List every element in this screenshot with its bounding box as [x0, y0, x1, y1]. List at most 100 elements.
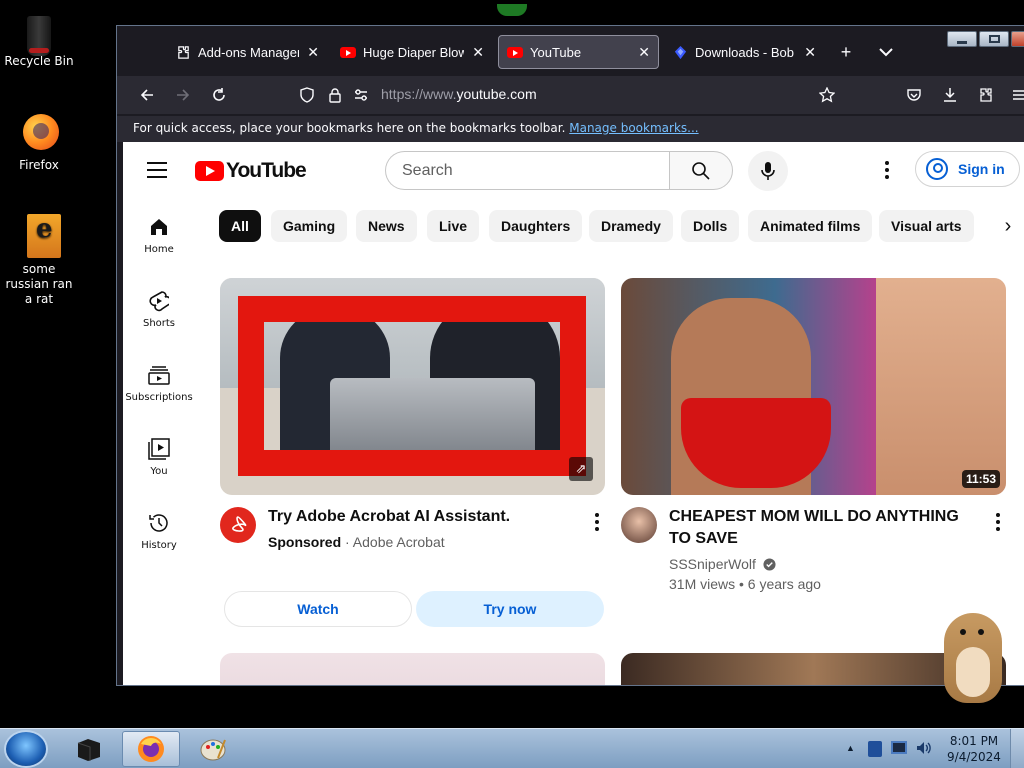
forward-button[interactable] [169, 81, 197, 109]
sidebar-item-history[interactable]: History [123, 494, 195, 568]
sidebar-item-subscriptions[interactable]: Subscriptions [123, 346, 195, 420]
ad-title[interactable]: Try Adobe Acrobat AI Assistant. [268, 506, 568, 528]
volume-icon[interactable] [915, 739, 933, 757]
sign-in-button[interactable]: Sign in [915, 151, 1020, 187]
desktop-icon-firefox[interactable]: Firefox [0, 110, 78, 173]
chevron-right-icon[interactable]: › [991, 210, 1024, 242]
you-icon [147, 437, 171, 461]
search-button[interactable] [669, 151, 733, 190]
puzzle-icon [175, 44, 191, 60]
chip-gaming[interactable]: Gaming [271, 210, 348, 242]
close-icon[interactable]: ✕ [638, 44, 650, 61]
taskbar-app-paint[interactable] [184, 731, 242, 767]
firefox-window: Add-ons Manager ✕ Huge Diaper Blowout ✕ … [116, 25, 1024, 686]
settings-menu-button[interactable] [875, 158, 899, 182]
clock-date: 9/4/2024 [947, 750, 1001, 764]
pocket-button[interactable] [900, 81, 928, 109]
manage-bookmarks-link[interactable]: Manage bookmarks... [569, 121, 698, 135]
chip-live[interactable]: Live [427, 210, 480, 242]
youtube-header: YouTube Search Sign in [123, 142, 1024, 198]
url-bar[interactable]: https://www.youtube.com [381, 86, 537, 102]
sidebar-item-you[interactable]: You [123, 420, 195, 494]
taskbar-app-firefox[interactable] [122, 731, 180, 767]
tab-title: Add-ons Manager [198, 44, 300, 60]
tab-addons-manager[interactable]: Add-ons Manager ✕ [167, 35, 327, 69]
desktop-icon-label: some russian ran a rat [5, 262, 73, 306]
channel-line[interactable]: SSSniperWolf [669, 556, 776, 572]
forward-arrow-icon [177, 89, 190, 101]
tab-diaper-video[interactable]: Huge Diaper Blowout ✕ [332, 35, 492, 69]
network-icon[interactable] [891, 741, 907, 754]
video-title[interactable]: CHEAPEST MOM WILL DO ANYTHING TO SAVE [669, 506, 979, 550]
bookmarks-toolbar: For quick access, place your bookmarks h… [117, 116, 1024, 142]
tracking-protection-button[interactable] [293, 81, 321, 109]
youtube-logo[interactable]: YouTube [195, 159, 307, 183]
sidebar-item-label: You [150, 466, 168, 477]
subscriptions-icon [147, 363, 171, 387]
show-desktop-button[interactable] [1010, 729, 1024, 768]
reload-button[interactable] [205, 81, 233, 109]
start-button[interactable] [4, 730, 48, 768]
chip-news[interactable]: News [356, 210, 417, 242]
advertiser-name: Adobe Acrobat [352, 534, 445, 550]
voice-search-button[interactable] [748, 151, 788, 191]
close-icon[interactable]: ✕ [472, 44, 484, 61]
close-icon[interactable]: ✕ [307, 44, 319, 61]
maximize-button[interactable] [979, 31, 1009, 47]
tray-expand-icon[interactable]: ▲ [846, 743, 855, 753]
clock[interactable]: 8:01 PM 9/4/2024 [944, 733, 1004, 765]
taskbar-app-rat[interactable] [60, 731, 118, 767]
tab-downloads[interactable]: Downloads - Bob Po ✕ [664, 35, 824, 69]
desktop-icon-rat[interactable]: e some russian ran a rat [0, 214, 78, 307]
chip-dramedy[interactable]: Dramedy [589, 210, 673, 242]
external-link-icon[interactable]: ⇗ [569, 457, 593, 481]
sidebar-item-shorts[interactable]: Shorts [123, 272, 195, 346]
downloads-button[interactable] [936, 81, 964, 109]
new-tab-button[interactable]: + [832, 38, 860, 66]
channel-avatar[interactable] [621, 507, 657, 543]
watch-button[interactable]: Watch [224, 591, 412, 627]
adobe-acrobat-icon[interactable] [220, 507, 256, 543]
tray-app-icon[interactable] [868, 741, 882, 757]
sidebar-item-label: Shorts [142, 318, 176, 329]
back-arrow-icon [140, 89, 153, 101]
close-icon[interactable]: ✕ [804, 44, 816, 61]
video-menu-button[interactable] [993, 510, 1003, 534]
video-thumbnail[interactable]: 11:53 [621, 278, 1006, 495]
channel-name: SSSniperWolf [669, 556, 756, 572]
chip-animated-films[interactable]: Animated films [748, 210, 873, 242]
chip-dolls[interactable]: Dolls [681, 210, 740, 242]
ad-sponsor-line: Sponsored · Adobe Acrobat [268, 534, 445, 550]
tab-youtube[interactable]: YouTube ✕ [498, 35, 659, 69]
chip-daughters[interactable]: Daughters [489, 210, 583, 242]
chip-visual-arts[interactable]: Visual arts [879, 210, 974, 242]
desktop-icon-recycle-bin[interactable]: Recycle Bin [0, 6, 78, 69]
youtube-icon [195, 161, 224, 181]
chevron-down-icon [879, 48, 893, 57]
close-window-button[interactable]: ✕ [1011, 31, 1024, 47]
back-button[interactable] [133, 81, 161, 109]
permissions-button[interactable] [347, 81, 375, 109]
minimize-button[interactable] [947, 31, 977, 47]
hamburger-icon [1013, 90, 1024, 100]
youtube-icon [507, 44, 523, 60]
video-thumbnail[interactable] [220, 653, 605, 685]
mini-guide: Home Shorts Subscriptions You History [123, 198, 195, 568]
try-now-button[interactable]: Try now [416, 591, 604, 627]
youtube-page: YouTube Search Sign in Home Shorts Subsc… [123, 142, 1024, 685]
list-tabs-button[interactable] [872, 38, 900, 66]
rat-program-icon: e [17, 214, 61, 258]
ad-thumbnail[interactable]: ⇗ [220, 278, 605, 495]
site-security-button[interactable] [321, 81, 349, 109]
firefox-icon [138, 736, 164, 762]
chip-all[interactable]: All [219, 210, 261, 242]
sidebar-item-home[interactable]: Home [123, 198, 195, 272]
pocket-icon [907, 89, 921, 101]
guide-menu-button[interactable] [147, 162, 167, 183]
search-input[interactable]: Search [385, 151, 669, 190]
puzzle-icon [980, 88, 992, 102]
extensions-button[interactable] [972, 81, 1000, 109]
bookmark-star-button[interactable] [813, 81, 841, 109]
ad-menu-button[interactable] [592, 510, 602, 534]
menu-button[interactable] [1005, 81, 1024, 109]
